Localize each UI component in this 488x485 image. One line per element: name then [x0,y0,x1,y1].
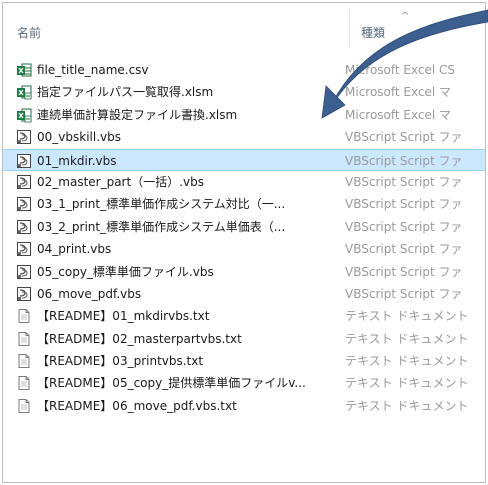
callout-arrow-icon [321,9,488,119]
